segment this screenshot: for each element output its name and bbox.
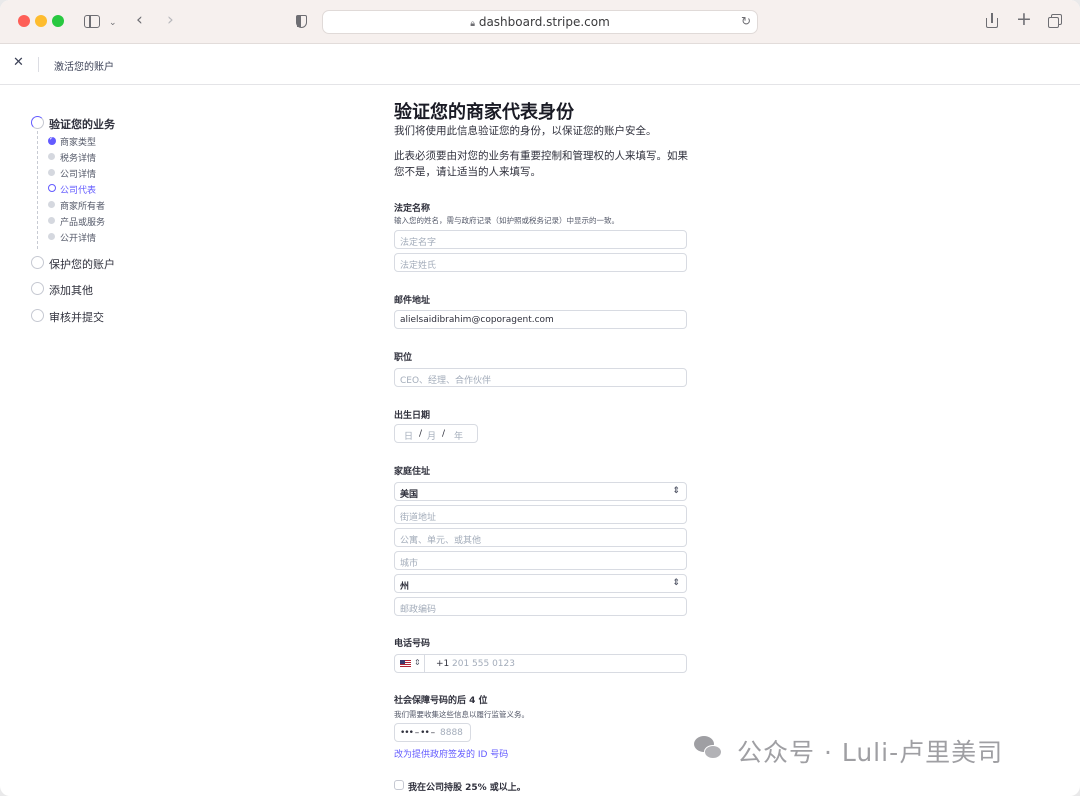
- legal-name-hint: 输入您的姓名，需与政府记录（如护照或税务记录）中显示的一致。: [394, 216, 619, 225]
- dob-label: 出生日期: [394, 411, 431, 421]
- wechat-icon: [694, 736, 724, 762]
- first-name-input[interactable]: 法定名字: [394, 230, 687, 249]
- country-code-select[interactable]: ⇕: [395, 655, 425, 672]
- last-name-input[interactable]: 法定姓氏: [394, 253, 687, 272]
- country-select[interactable]: 美国 ⇕: [394, 482, 687, 501]
- city-input[interactable]: 城市: [394, 551, 687, 570]
- zoom-window-button[interactable]: [52, 15, 64, 27]
- form-notice-line1: 此表必须要由对您的业务有重要控制和管理权的人来填写。如果: [394, 150, 688, 162]
- close-window-button[interactable]: [18, 15, 30, 27]
- phone-label: 电话号码: [394, 639, 431, 649]
- substep-pending-icon: [48, 233, 55, 240]
- header-title: 激活您的账户: [54, 62, 114, 73]
- ssn-field[interactable]: ••• – •• – 8888: [394, 723, 471, 742]
- state-select[interactable]: 州 ⇕: [394, 574, 687, 593]
- dob-separator: /: [419, 429, 423, 439]
- dob-separator: /: [442, 429, 446, 439]
- form-intro: 我们将使用此信息验证您的身份，以保证您的账户安全。: [394, 125, 657, 137]
- address-label: 家庭住址: [394, 467, 431, 477]
- ssn-hint: 我们需要收集这些信息以履行监管义务。: [394, 710, 529, 719]
- form-notice-line2: 您不是，请让适当的人来填写。: [394, 166, 541, 178]
- substep-pending-icon: [48, 217, 55, 224]
- substep-pending-icon: [48, 201, 55, 208]
- phone-country-code: +1: [436, 659, 450, 669]
- email-label: 邮件地址: [394, 296, 431, 306]
- browser-toolbar: ⌄ ‹ › 🔒︎ dashboard.stripe.com ↻ +: [0, 0, 1080, 44]
- phone-input[interactable]: 201 555 0123: [452, 659, 515, 669]
- sidebar-toggle-icon[interactable]: [84, 15, 100, 28]
- minimize-window-button[interactable]: [35, 15, 47, 27]
- step-pending-icon: [31, 282, 44, 295]
- tab-overview-icon[interactable]: [1048, 14, 1062, 28]
- substep-business-owners[interactable]: 商家所有者: [60, 199, 105, 212]
- url-text: 🔒︎ dashboard.stripe.com: [323, 15, 757, 29]
- step-add-extras[interactable]: 添加其他: [49, 282, 93, 298]
- dob-year-input[interactable]: 年: [454, 429, 463, 442]
- substep-pending-icon: [48, 169, 55, 176]
- select-chevron-icon: ⇕: [672, 578, 680, 588]
- ownership-checkbox-label: 我在公司持股 25% 或以上。: [408, 783, 526, 793]
- substep-current-icon: [48, 184, 56, 192]
- dob-field[interactable]: 日 / 月 / 年: [394, 424, 478, 443]
- substep-tax-details[interactable]: 税务详情: [60, 151, 96, 164]
- step-secure-account[interactable]: 保护您的账户: [49, 256, 115, 272]
- back-icon[interactable]: ‹: [136, 12, 143, 29]
- chevron-down-icon[interactable]: ⌄: [109, 16, 117, 31]
- substep-business-type[interactable]: 商家类型: [60, 135, 96, 148]
- browser-window: ⌄ ‹ › 🔒︎ dashboard.stripe.com ↻ + ✕ 激活您的…: [0, 0, 1080, 796]
- legal-name-label: 法定名称: [394, 204, 431, 214]
- activation-header: ✕ 激活您的账户: [0, 44, 1080, 85]
- reload-icon[interactable]: ↻: [741, 14, 751, 28]
- header-divider: [38, 57, 39, 72]
- country-value: 美国: [400, 490, 419, 500]
- page-title: 验证您的商家代表身份: [394, 102, 574, 123]
- url-host: dashboard.stripe.com: [478, 15, 610, 29]
- forward-icon[interactable]: ›: [167, 12, 174, 29]
- step-review-submit[interactable]: 审核并提交: [49, 309, 104, 325]
- state-value: 州: [400, 582, 410, 592]
- lock-icon: 🔒︎: [470, 19, 475, 29]
- substep-company-details[interactable]: 公司详情: [60, 167, 96, 180]
- step-pending-icon: [31, 256, 44, 269]
- share-icon[interactable]: [986, 13, 998, 28]
- select-chevron-icon: ⇕: [414, 658, 421, 667]
- ownership-checkbox[interactable]: [394, 780, 404, 790]
- close-icon[interactable]: ✕: [13, 55, 24, 70]
- use-government-id-link[interactable]: 改为提供政府签发的 ID 号码: [394, 747, 508, 760]
- substep-company-representative[interactable]: 公司代表: [60, 183, 96, 196]
- dob-day-input[interactable]: 日: [404, 429, 413, 442]
- privacy-shield-icon[interactable]: [296, 15, 307, 28]
- ssn-label: 社会保障号码的后 4 位: [394, 696, 488, 706]
- progress-connector: [37, 131, 38, 249]
- step-progress-icon: [31, 116, 44, 129]
- step-pending-icon: [31, 309, 44, 322]
- substep-public-details[interactable]: 公开详情: [60, 231, 96, 244]
- ssn-input[interactable]: 8888: [440, 728, 463, 738]
- phone-field[interactable]: ⇕ +1 201 555 0123: [394, 654, 687, 673]
- dob-month-input[interactable]: 月: [427, 429, 436, 442]
- step-verify-business[interactable]: 验证您的业务: [49, 116, 115, 132]
- new-tab-icon[interactable]: +: [1016, 10, 1032, 29]
- street-input[interactable]: 街道地址: [394, 505, 687, 524]
- select-chevron-icon: ⇕: [672, 486, 680, 496]
- zip-input[interactable]: 邮政编码: [394, 597, 687, 616]
- watermark-text: 公众号 · Luli-卢里美司: [737, 738, 1004, 767]
- substep-products-services[interactable]: 产品或服务: [60, 215, 105, 228]
- unit-input[interactable]: 公寓、单元、或其他: [394, 528, 687, 547]
- substep-done-icon: ✓: [48, 135, 56, 145]
- position-input[interactable]: CEO、经理、合作伙伴: [394, 368, 687, 387]
- email-field[interactable]: alielsaidibrahim@coporagent.com: [394, 310, 687, 329]
- us-flag-icon: [400, 660, 411, 667]
- address-bar[interactable]: 🔒︎ dashboard.stripe.com ↻: [322, 10, 758, 34]
- watermark: 公众号 · Luli-卢里美司: [694, 733, 1004, 769]
- substep-pending-icon: [48, 153, 55, 160]
- position-label: 职位: [394, 353, 413, 363]
- ssn-mask: ••• – •• –: [400, 728, 435, 738]
